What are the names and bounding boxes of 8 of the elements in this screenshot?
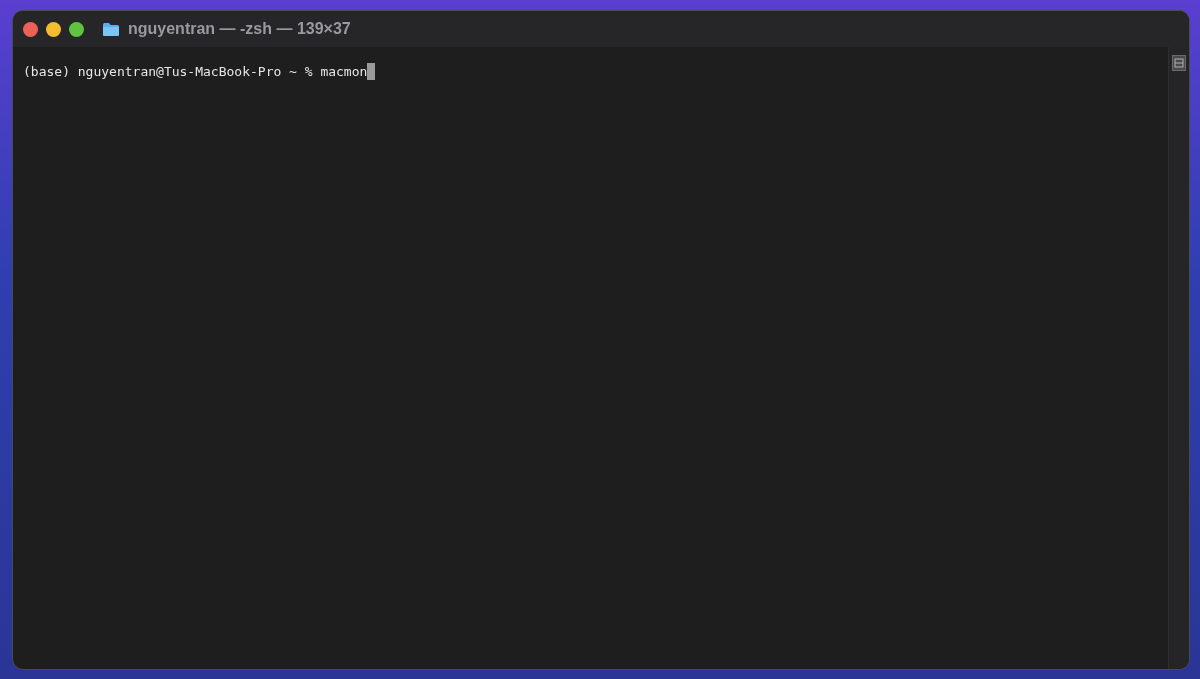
folder-icon bbox=[102, 21, 120, 37]
minimize-button[interactable] bbox=[46, 21, 61, 37]
shell-prompt: (base) nguyentran@Tus-MacBook-Pro ~ % bbox=[23, 64, 313, 79]
split-pane-icon[interactable] bbox=[1172, 55, 1186, 71]
close-button[interactable] bbox=[23, 21, 38, 37]
window-title: nguyentran — -zsh — 139×37 bbox=[128, 20, 351, 38]
zoom-button[interactable] bbox=[69, 21, 84, 37]
typed-command: macmon bbox=[320, 64, 368, 79]
